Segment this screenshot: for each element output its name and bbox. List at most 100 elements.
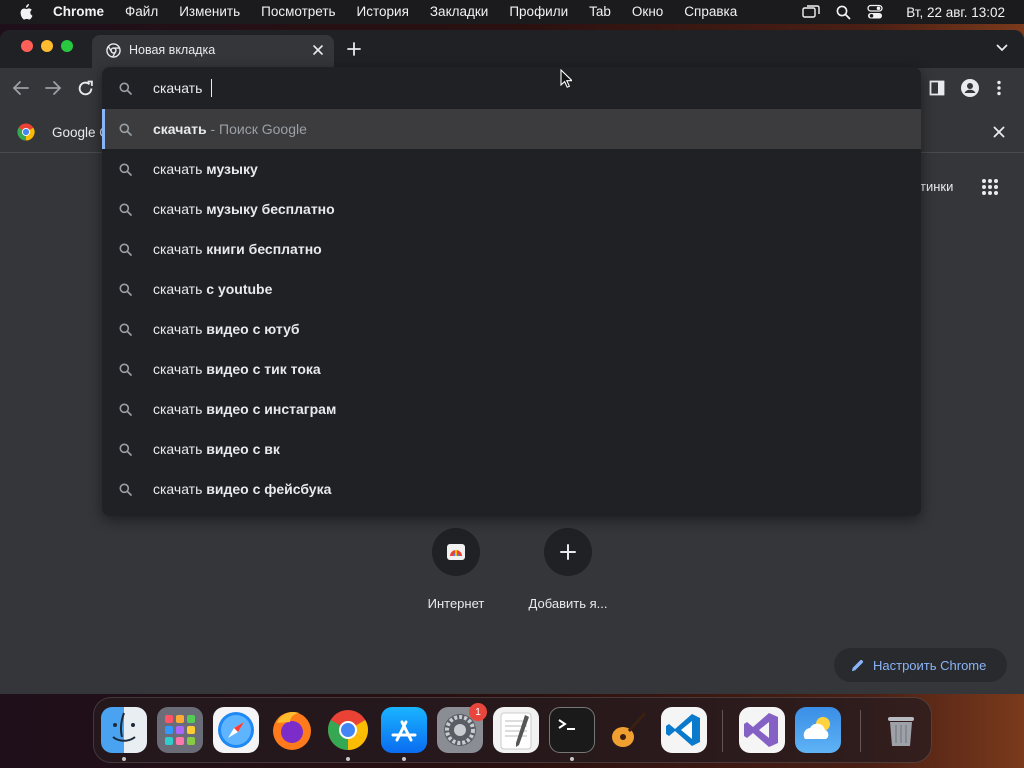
search-icon: [119, 82, 132, 95]
suggestion-completion: видео с тик тока: [202, 361, 321, 377]
weather-icon[interactable]: [795, 707, 841, 753]
minimize-window-button[interactable]: [41, 40, 53, 52]
address-bar[interactable]: скачать: [102, 68, 921, 108]
suggestion-text: скачать музыку: [153, 161, 258, 177]
suggestion-row[interactable]: скачать с youtube: [102, 269, 921, 309]
search-icon: [119, 123, 132, 136]
close-window-button[interactable]: [21, 40, 33, 52]
tab-strip: Новая вкладка: [0, 30, 1024, 68]
suggestion-typed-text: скачать: [153, 161, 203, 177]
suggestion-completion: музыку: [202, 161, 258, 177]
clock[interactable]: Вт, 22 авг. 13:02: [906, 5, 1005, 20]
close-tab-icon[interactable]: [312, 44, 324, 56]
new-tab-icon[interactable]: [346, 41, 362, 57]
zoom-window-button[interactable]: [61, 40, 73, 52]
search-icon: [119, 403, 132, 416]
suggestion-text: скачать видео с инстаграм: [153, 401, 336, 417]
suggestion-text: скачать книги бесплатно: [153, 241, 322, 257]
safari-icon[interactable]: [213, 707, 259, 753]
reload-icon[interactable]: [77, 80, 94, 97]
menu-bar: Chrome Файл Изменить Посмотреть История …: [0, 0, 1024, 24]
menu-bookmarks[interactable]: Закладки: [430, 4, 488, 19]
suggestion-row[interactable]: скачать видео с вк: [102, 429, 921, 469]
mouse-cursor-icon: [560, 69, 572, 88]
internet-favicon-icon: [447, 544, 465, 560]
google-apps-icon[interactable]: [981, 178, 999, 196]
shortcut-internet[interactable]: Интернет: [411, 528, 501, 611]
control-center-icon[interactable]: [867, 4, 883, 20]
search-icon: [119, 483, 132, 496]
suggestion-completion: книги бесплатно: [202, 241, 322, 257]
menu-history[interactable]: История: [357, 4, 409, 19]
internet-shortcut-tile: [432, 528, 480, 576]
suggestion-text: скачать видео с ютуб: [153, 321, 300, 337]
chrome-dock-icon[interactable]: [325, 707, 371, 753]
vscode-logo-icon: [666, 714, 700, 746]
info-bar-text: Google C: [52, 125, 110, 140]
search-icon: [119, 203, 132, 216]
address-bar-text[interactable]: скачать: [153, 80, 202, 96]
terminal-icon[interactable]: [549, 707, 595, 753]
launchpad-icon[interactable]: [157, 707, 203, 753]
visual-studio-icon[interactable]: [739, 707, 785, 753]
screen-mirroring-icon[interactable]: [802, 5, 820, 19]
dock-separator: [722, 710, 723, 752]
suggestion-row[interactable]: скачать музыку бесплатно: [102, 189, 921, 229]
shortcut-label: Добавить я...: [528, 596, 608, 611]
pencil-icon: [851, 659, 864, 671]
profile-avatar-icon[interactable]: [960, 78, 980, 98]
suggestion-secondary-text: - Поиск Google: [206, 121, 307, 137]
suggestion-completion: с youtube: [202, 281, 273, 297]
tab-title: Новая вкладка: [129, 43, 216, 57]
suggestion-typed-text: скачать: [153, 481, 203, 497]
suggestion-typed-text: скачать: [153, 361, 203, 377]
vscode-icon[interactable]: [661, 707, 707, 753]
finder-icon[interactable]: [101, 707, 147, 753]
suggestion-row[interactable]: скачать книги бесплатно: [102, 229, 921, 269]
suggestion-row[interactable]: скачать видео с ютуб: [102, 309, 921, 349]
customize-chrome-label: Настроить Chrome: [873, 657, 987, 673]
suggestion-row[interactable]: скачать - Поиск Google: [102, 109, 921, 149]
suggestion-typed-text: скачать: [153, 241, 203, 257]
menu-tab[interactable]: Tab: [589, 4, 611, 19]
tab-search-chevron-icon[interactable]: [996, 44, 1008, 52]
tab-new-tab[interactable]: Новая вкладка: [92, 35, 334, 68]
suggestion-text: скачать - Поиск Google: [153, 121, 307, 137]
launchpad-grid-icon: [165, 715, 195, 745]
textedit-icon[interactable]: [493, 707, 539, 753]
suggestion-row[interactable]: скачать видео с фейсбука: [102, 469, 921, 509]
menu-view[interactable]: Посмотреть: [261, 4, 335, 19]
garageband-icon[interactable]: [605, 707, 651, 753]
app-store-icon[interactable]: [381, 707, 427, 753]
suggestion-row[interactable]: скачать видео с тик тока: [102, 349, 921, 389]
add-shortcut-tile: [544, 528, 592, 576]
shortcut-label: Интернет: [427, 596, 485, 611]
back-arrow-icon[interactable]: [12, 80, 30, 96]
compass-icon: [218, 712, 254, 748]
menu-help[interactable]: Справка: [684, 4, 737, 19]
app-store-a-icon: [391, 720, 417, 742]
menu-profiles[interactable]: Профили: [509, 4, 568, 19]
close-info-bar-icon[interactable]: [993, 126, 1005, 138]
suggestion-text: скачать видео с вк: [153, 441, 280, 457]
suggestion-row[interactable]: скачать видео с инстаграм: [102, 389, 921, 429]
forward-arrow-icon[interactable]: [44, 80, 62, 96]
firefox-icon[interactable]: [269, 707, 315, 753]
menu-file[interactable]: Файл: [125, 4, 158, 19]
images-link[interactable]: тинки: [920, 179, 953, 194]
menu-edit[interactable]: Изменить: [179, 4, 240, 19]
cloud-sun-icon: [803, 717, 830, 739]
shortcut-add[interactable]: Добавить я...: [523, 528, 613, 611]
side-panel-icon[interactable]: [929, 80, 945, 96]
trash-icon[interactable]: [878, 707, 924, 753]
menu-chrome[interactable]: Chrome: [53, 4, 104, 19]
search-icon: [119, 283, 132, 296]
apple-menu-icon[interactable]: [18, 4, 33, 20]
spotlight-search-icon[interactable]: [836, 5, 851, 20]
more-menu-icon[interactable]: [996, 80, 1002, 96]
suggestion-text: скачать видео с тик тока: [153, 361, 321, 377]
trash-can-icon: [888, 717, 914, 746]
customize-chrome-button[interactable]: Настроить Chrome: [834, 648, 1007, 682]
menu-window[interactable]: Окно: [632, 4, 663, 19]
suggestion-row[interactable]: скачать музыку: [102, 149, 921, 189]
